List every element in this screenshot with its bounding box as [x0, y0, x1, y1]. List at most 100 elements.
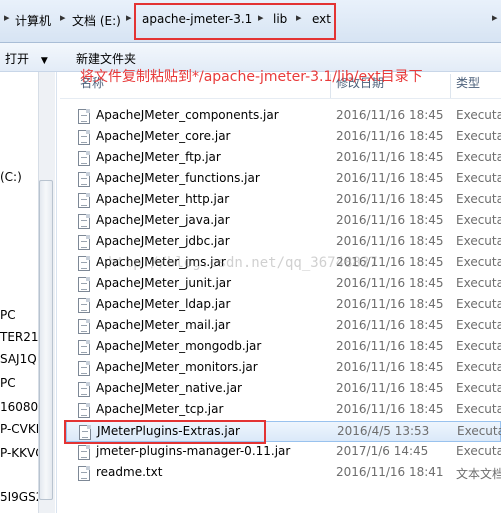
- file-type: Executa: [456, 276, 501, 290]
- file-name: ApacheJMeter_monitors.jar: [96, 360, 258, 374]
- file-date: 2017/1/6 14:45: [336, 444, 429, 458]
- file-icon: [78, 235, 90, 250]
- column-header-type[interactable]: 类型: [456, 74, 480, 98]
- file-icon: [78, 403, 90, 418]
- highlight-box-path: [134, 3, 336, 40]
- file-date: 2016/11/16 18:45: [336, 297, 444, 311]
- file-icon: [78, 319, 90, 334]
- file-name: readme.txt: [96, 465, 163, 479]
- file-row[interactable]: ApacheJMeter_monitors.jar 2016/11/16 18:4…: [66, 358, 501, 379]
- file-type: Executa: [456, 297, 501, 311]
- file-date: 2016/11/16 18:45: [336, 402, 444, 416]
- file-row[interactable]: ApacheJMeter_ldap.jar 2016/11/16 18:45 Exe…: [66, 295, 501, 316]
- file-type: Executa: [456, 108, 501, 122]
- column-divider[interactable]: [450, 74, 451, 98]
- file-icon: [78, 172, 90, 187]
- file-icon: [78, 214, 90, 229]
- chevron-right-icon: ▸: [492, 11, 498, 24]
- file-row[interactable]: ApacheJMeter_junit.jar 2016/11/16 18:45 Ex…: [66, 274, 501, 295]
- file-type: Executa: [456, 192, 501, 206]
- annotation-text: 将文件复制粘贴到*/apache-jmeter-3.1/lib/ext目录下: [80, 69, 423, 85]
- nav-item[interactable]: P-CVKE: [0, 422, 43, 436]
- nav-item[interactable]: PC: [0, 376, 16, 390]
- file-name: ApacheJMeter_components.jar: [96, 108, 279, 122]
- file-row[interactable]: ApacheJMeter_ftp.jar 2016/11/16 18:45 Exec…: [66, 148, 501, 169]
- file-name: ApacheJMeter_http.jar: [96, 192, 230, 206]
- file-icon: [78, 340, 90, 355]
- file-type: Executa: [456, 129, 501, 143]
- file-row[interactable]: readme.txt 2016/11/16 18:41 文本文档: [66, 463, 501, 484]
- file-name: ApacheJMeter_mongodb.jar: [96, 339, 262, 353]
- file-name: ApacheJMeter_ftp.jar: [96, 150, 221, 164]
- highlight-box-file: [64, 420, 266, 444]
- nav-item[interactable]: (C:): [0, 170, 22, 184]
- file-date: 2016/11/16 18:45: [336, 192, 444, 206]
- file-row[interactable]: ApacheJMeter_mongodb.jar 2016/11/16 18:45…: [66, 337, 501, 358]
- file-date: 2016/11/16 18:45: [336, 129, 444, 143]
- file-row[interactable]: ApacheJMeter_core.jar 2016/11/16 18:45 Exe…: [66, 127, 501, 148]
- dropdown-arrow-icon: ▼: [40, 56, 48, 66]
- file-name: ApacheJMeter_junit.jar: [96, 276, 232, 290]
- file-date: 2016/11/16 18:45: [336, 171, 444, 185]
- file-name: ApacheJMeter_jdbc.jar: [96, 234, 230, 248]
- file-icon: [78, 466, 90, 481]
- file-date: 2016/11/16 18:45: [336, 213, 444, 227]
- file-row[interactable]: ApacheJMeter_java.jar 2016/11/16 18:45 Exe…: [66, 211, 501, 232]
- file-type: Executa: [456, 360, 501, 374]
- file-type: Executa: [456, 150, 501, 164]
- breadcrumb-computer[interactable]: 计算机: [15, 12, 51, 29]
- file-row[interactable]: ApacheJMeter_jdbc.jar 2016/11/16 18:45 Exe…: [66, 232, 501, 253]
- file-type: Executa: [456, 444, 501, 458]
- file-name: ApacheJMeter_ldap.jar: [96, 297, 231, 311]
- file-icon: [78, 382, 90, 397]
- file-name: ApacheJMeter_tcp.jar: [96, 402, 224, 416]
- file-date: 2016/4/5 13:53: [337, 424, 430, 438]
- file-type: 文本文档: [456, 467, 501, 481]
- file-type: Executa: [456, 381, 501, 395]
- watermark-text: http://blog.csdn.net/qq_36748837: [108, 255, 378, 271]
- file-row[interactable]: ApacheJMeter_functions.jar 2016/11/16 18:…: [66, 169, 501, 190]
- file-name: ApacheJMeter_mail.jar: [96, 318, 231, 332]
- file-icon: [78, 130, 90, 145]
- file-row[interactable]: jmeter-plugins-manager-0.11.jar 2017/1/6 …: [66, 442, 501, 463]
- file-name: ApacheJMeter_functions.jar: [96, 171, 260, 185]
- file-date: 2016/11/16 18:45: [336, 339, 444, 353]
- file-icon: [78, 361, 90, 376]
- file-date: 2016/11/16 18:45: [336, 150, 444, 164]
- breadcrumb-drive[interactable]: 文档 (E:): [72, 12, 121, 29]
- nav-item[interactable]: PC: [0, 308, 16, 322]
- file-icon: [78, 298, 90, 313]
- chevron-right-icon: ▸: [4, 11, 10, 24]
- nav-item[interactable]: 5I9GS2: [0, 490, 43, 504]
- open-button[interactable]: 打开 ▼: [5, 50, 48, 67]
- header-divider: [60, 98, 501, 99]
- file-date: 2016/11/16 18:45: [336, 234, 444, 248]
- file-type: Executa: [456, 255, 501, 269]
- new-folder-button[interactable]: 新建文件夹: [76, 50, 136, 67]
- file-icon: [78, 151, 90, 166]
- file-type: Executa: [456, 402, 501, 416]
- file-type: Executa: [456, 318, 501, 332]
- file-icon: [78, 109, 90, 124]
- file-name: ApacheJMeter_java.jar: [96, 213, 230, 227]
- file-icon: [78, 193, 90, 208]
- nav-scrollbar-thumb[interactable]: [39, 180, 53, 500]
- file-icon: [78, 445, 90, 460]
- nav-item[interactable]: SAJ1Q: [0, 352, 37, 366]
- chevron-right-icon: ▸: [126, 11, 132, 24]
- file-type: Executa: [456, 171, 501, 185]
- file-name: jmeter-plugins-manager-0.11.jar: [96, 444, 291, 458]
- file-row[interactable]: ApacheJMeter_http.jar 2016/11/16 18:45 Exe…: [66, 190, 501, 211]
- file-type: Executa: [456, 339, 501, 353]
- file-date: 2016/11/16 18:45: [336, 108, 444, 122]
- file-row[interactable]: ApacheJMeter_tcp.jar 2016/11/16 18:45 Exec…: [66, 400, 501, 421]
- file-row[interactable]: ApacheJMeter_mail.jar 2016/11/16 18:45 Exe…: [66, 316, 501, 337]
- file-row[interactable]: ApacheJMeter_components.jar 2016/11/16 18…: [66, 106, 501, 127]
- file-icon: [78, 277, 90, 292]
- file-name: ApacheJMeter_core.jar: [96, 129, 231, 143]
- file-date: 2016/11/16 18:45: [336, 381, 444, 395]
- file-type: Executa: [456, 234, 501, 248]
- file-row[interactable]: ApacheJMeter_native.jar 2016/11/16 18:45 E…: [66, 379, 501, 400]
- file-type: Executa: [457, 424, 501, 438]
- file-date: 2016/11/16 18:45: [336, 360, 444, 374]
